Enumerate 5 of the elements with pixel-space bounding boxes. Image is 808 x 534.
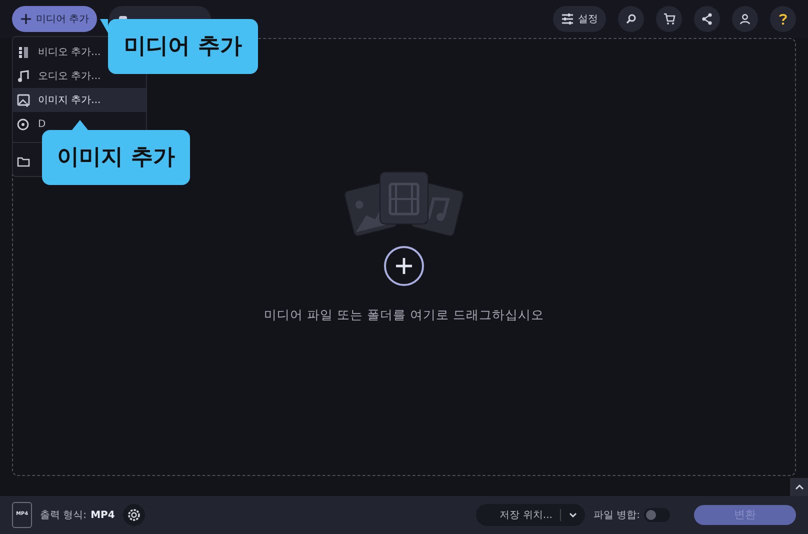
merge-label: 파일 병합: bbox=[593, 508, 640, 522]
drop-hint: 미디어 파일 또는 폴더를 여기로 드래그하십시오 bbox=[264, 306, 544, 324]
callout-tooltip: 미디어 추가 bbox=[108, 19, 258, 74]
callout-tooltip: 이미지 추가 bbox=[42, 130, 190, 185]
output-format-label: 출력 형식: bbox=[40, 508, 87, 522]
